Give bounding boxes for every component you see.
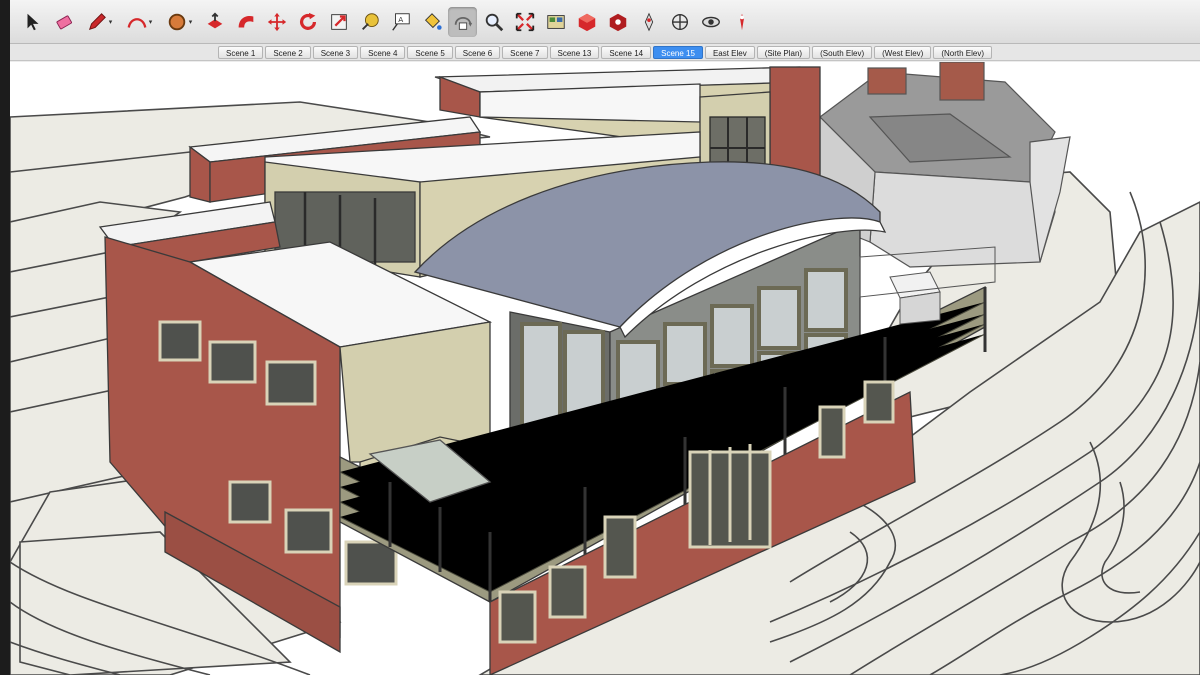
- paint-bucket-tool-icon: [421, 11, 443, 33]
- look-around-tool-button[interactable]: [696, 7, 725, 37]
- orbit-tool-button[interactable]: [448, 6, 477, 37]
- scene-tab[interactable]: Scene 4: [360, 45, 406, 59]
- scene-tab[interactable]: Scene 15: [653, 45, 703, 59]
- follow-me-tool-button[interactable]: [231, 7, 260, 37]
- walk-tool-icon: [669, 11, 691, 33]
- look-around-tool-icon: [700, 11, 722, 33]
- zoom-tool-icon: [483, 11, 505, 33]
- position-camera-tool-icon: [638, 11, 660, 33]
- pencil-line-tool-icon: [86, 11, 108, 33]
- scene-tab[interactable]: (North Elev): [933, 45, 993, 59]
- shapes-tool-icon: [166, 11, 188, 33]
- rotate-tool-button[interactable]: [293, 7, 322, 37]
- tape-measure-tool-icon: [359, 11, 381, 33]
- scene-tab[interactable]: Scene 13: [549, 45, 600, 59]
- scene-tab[interactable]: Scene 14: [601, 45, 652, 59]
- scene-tab[interactable]: (South Elev): [812, 45, 873, 59]
- follow-me-tool-icon: [235, 11, 257, 33]
- scene-tab[interactable]: Scene 7: [502, 45, 548, 59]
- chevron-down-icon[interactable]: ▾: [149, 18, 153, 26]
- chevron-down-icon[interactable]: ▾: [189, 18, 193, 26]
- scene-tab[interactable]: Scene 3: [312, 45, 359, 59]
- scale-tool-icon: [328, 11, 350, 33]
- select-tool-button[interactable]: [18, 7, 47, 37]
- pencil-line-tool-button[interactable]: ▾: [80, 7, 118, 37]
- eraser-tool-button[interactable]: [49, 7, 78, 37]
- push-pull-tool-button[interactable]: [200, 7, 229, 37]
- main-toolbar: ▾ ▾ ▾ A: [10, 0, 1200, 44]
- extension-warehouse-icon: [607, 11, 629, 33]
- extension-warehouse-button[interactable]: [603, 7, 632, 37]
- scene-tab[interactable]: (Site Plan): [756, 45, 811, 59]
- move-tool-icon: [266, 11, 288, 33]
- text-tool-icon: A: [390, 11, 412, 33]
- select-tool-icon: [22, 11, 44, 33]
- scene-tab[interactable]: Scene 2: [265, 45, 311, 59]
- section-plane-tool-icon: [731, 11, 753, 33]
- arc-tool-icon: [126, 11, 148, 33]
- scene-tab[interactable]: Scene 5: [407, 45, 453, 59]
- zoom-extents-tool-button[interactable]: [510, 7, 539, 37]
- walk-tool-button[interactable]: [665, 7, 694, 37]
- text-tool-button[interactable]: A: [386, 7, 415, 37]
- move-tool-button[interactable]: [262, 7, 291, 37]
- shapes-tool-button[interactable]: ▾: [160, 7, 198, 37]
- 3d-warehouse-button[interactable]: [572, 7, 601, 37]
- layer-manager-icon: [545, 11, 567, 33]
- rotate-tool-icon: [297, 11, 319, 33]
- model-viewport[interactable]: [10, 62, 1200, 675]
- scene-tab[interactable]: (West Elev): [874, 45, 932, 59]
- scene-tab[interactable]: Scene 6: [454, 45, 501, 59]
- tape-measure-tool-button[interactable]: [355, 7, 384, 37]
- chevron-down-icon[interactable]: ▾: [109, 18, 113, 26]
- paint-bucket-tool-button[interactable]: [417, 7, 446, 37]
- orbit-tool-icon: [452, 11, 474, 33]
- svg-text:A: A: [398, 15, 403, 24]
- scale-tool-button[interactable]: [324, 7, 353, 37]
- eraser-tool-icon: [53, 11, 75, 33]
- scene-tab[interactable]: Scene 1: [217, 45, 264, 59]
- position-camera-tool-button[interactable]: [634, 7, 663, 37]
- scene-tabs-bar: Scene 1 Scene 2 Scene 3 Scene 4 Scene 5 Scene…: [10, 44, 1200, 61]
- section-plane-tool-button[interactable]: [727, 7, 756, 37]
- zoom-extents-tool-icon: [514, 11, 536, 33]
- sketchup-window: ▾ ▾ ▾ A Scene 1 Scene 2 Scene 3 Scene 4 Scene 5…: [0, 0, 1200, 675]
- zoom-tool-button[interactable]: [479, 7, 508, 37]
- push-pull-tool-icon: [204, 11, 226, 33]
- scene-tab[interactable]: East Elev: [704, 45, 755, 59]
- arc-tool-button[interactable]: ▾: [120, 7, 158, 37]
- 3d-warehouse-icon: [576, 11, 598, 33]
- window-edge: [0, 0, 10, 675]
- model-drawing: [10, 62, 1200, 675]
- layer-manager-button[interactable]: [541, 7, 570, 37]
